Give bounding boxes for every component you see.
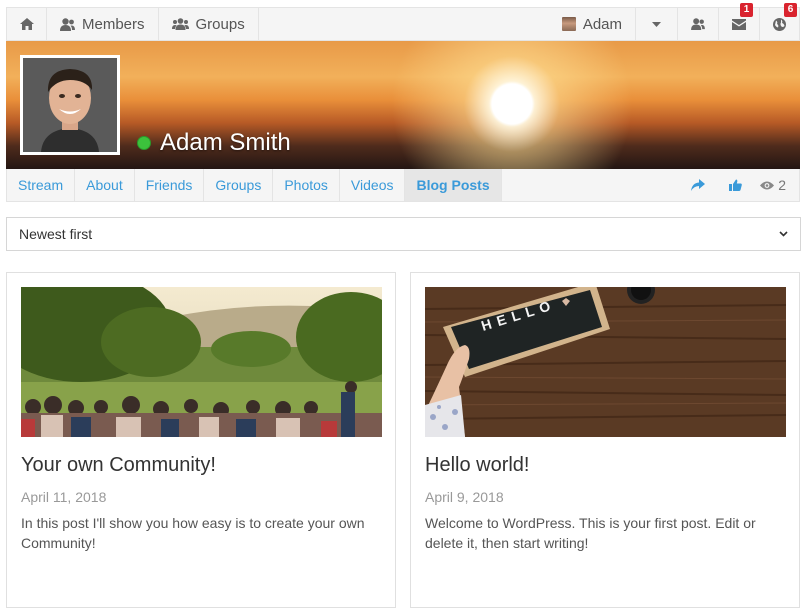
tab-videos[interactable]: Videos: [340, 169, 406, 201]
profile-name: Adam Smith: [160, 129, 291, 156]
post-title[interactable]: Your own Community!: [21, 454, 216, 477]
online-status-indicator: [137, 136, 151, 150]
profile-cover: Adam Smith: [6, 41, 800, 169]
notifications-button[interactable]: 6: [759, 3, 799, 40]
user-icon: [60, 17, 75, 31]
view-count: 2: [754, 177, 799, 193]
chevron-down-icon: [779, 231, 788, 237]
blog-post-card[interactable]: Your own Community! April 11, 2018 In th…: [6, 272, 396, 608]
home-button[interactable]: [7, 8, 47, 40]
profile-tabs: Stream About Friends Groups Photos Video…: [6, 169, 800, 202]
post-excerpt: Welcome to WordPress. This is your first…: [425, 515, 756, 551]
members-link[interactable]: Members: [47, 8, 159, 40]
friend-requests-button[interactable]: [677, 8, 718, 40]
envelope-icon: [732, 18, 746, 30]
home-icon: [20, 18, 34, 30]
sort-select[interactable]: Newest first: [6, 217, 801, 251]
avatar-photo: [23, 58, 117, 152]
post-image-hello[interactable]: HELLO: [425, 287, 786, 437]
post-date: April 11, 2018: [21, 489, 107, 505]
top-navbar: Members Groups Adam 1 6: [6, 3, 800, 41]
post-title[interactable]: Hello world!: [425, 454, 529, 477]
groups-label: Groups: [195, 15, 245, 33]
post-date: April 9, 2018: [425, 489, 504, 505]
tab-photos[interactable]: Photos: [273, 169, 340, 201]
blog-post-card[interactable]: HELLO Hello world! April 9, 2018 Welcome…: [410, 272, 800, 608]
friends-icon: [691, 18, 705, 30]
tab-stream[interactable]: Stream: [7, 169, 76, 201]
view-count-value: 2: [778, 177, 786, 193]
groups-link[interactable]: Groups: [159, 8, 259, 40]
user-dropdown-toggle[interactable]: [635, 8, 677, 40]
post-image-community[interactable]: [21, 287, 382, 437]
user-name: Adam: [582, 15, 622, 33]
caret-down-icon: [652, 21, 661, 27]
eye-icon: [760, 181, 775, 189]
messages-badge: 1: [740, 3, 753, 17]
globe-icon: [773, 17, 786, 31]
thumbs-up-icon: [729, 179, 743, 191]
messages-button[interactable]: 1: [718, 3, 759, 40]
post-excerpt: In this post I'll show you how easy is t…: [21, 515, 365, 551]
like-button[interactable]: [717, 179, 754, 191]
group-icon: [171, 18, 189, 30]
tab-about[interactable]: About: [75, 169, 135, 201]
user-avatar-small: [561, 17, 576, 31]
user-menu-button[interactable]: Adam: [549, 8, 635, 40]
share-icon: [691, 179, 706, 191]
share-button[interactable]: [679, 179, 717, 191]
notifications-badge: 6: [784, 3, 797, 17]
tab-friends[interactable]: Friends: [135, 169, 205, 201]
members-label: Members: [82, 15, 145, 33]
tab-groups[interactable]: Groups: [204, 169, 274, 201]
profile-avatar[interactable]: [20, 55, 120, 155]
tab-blog-posts[interactable]: Blog Posts: [405, 169, 502, 201]
sort-selected-value: Newest first: [19, 226, 93, 242]
